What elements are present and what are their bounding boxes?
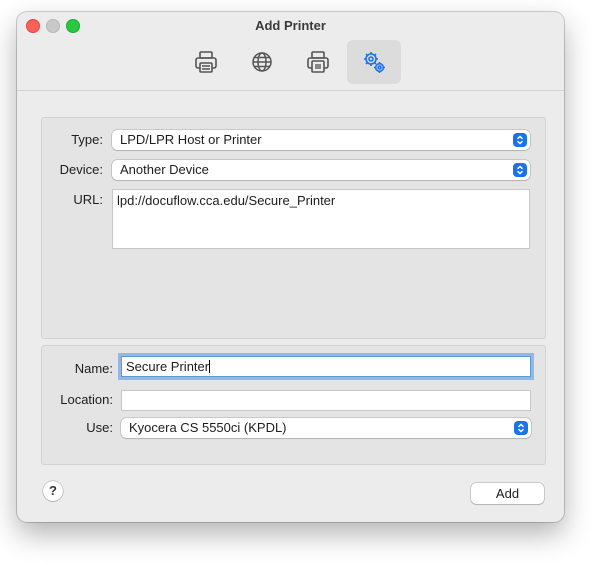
url-label: URL:: [73, 192, 103, 207]
globe-icon: [252, 52, 272, 72]
zoom-window-button[interactable]: [66, 19, 80, 33]
location-label: Location:: [60, 392, 113, 407]
printer-icon: [195, 51, 217, 73]
location-field[interactable]: [121, 390, 531, 411]
device-label: Device:: [59, 162, 103, 177]
window-title: Add Printer: [255, 18, 326, 33]
name-field[interactable]: Secure Printer: [121, 356, 531, 377]
text-caret: [209, 360, 211, 373]
chevron-updown-icon: [513, 133, 527, 147]
add-button[interactable]: Add: [471, 483, 544, 504]
type-label: Type:: [71, 132, 103, 147]
add-printer-window: Add Printer Type: LPD/LPR Host or Printe…: [17, 12, 564, 522]
help-button[interactable]: ?: [43, 481, 63, 501]
name-field-value: Secure Printer: [126, 359, 210, 374]
type-popup[interactable]: LPD/LPR Host or Printer: [112, 130, 530, 150]
toolbar: [17, 40, 564, 84]
name-label: Name:: [74, 361, 113, 376]
device-popup[interactable]: Another Device: [112, 160, 530, 180]
title-bar[interactable]: Add Printer: [17, 12, 564, 40]
minimize-window-button[interactable]: [46, 19, 60, 33]
close-window-button[interactable]: [26, 19, 40, 33]
chevron-updown-icon: [513, 163, 527, 177]
default-printers-tab[interactable]: [179, 40, 233, 84]
printer-alt-icon: [307, 51, 329, 73]
ip-printers-tab[interactable]: [235, 40, 289, 84]
advanced-tab[interactable]: [347, 40, 401, 84]
use-popup-value: Kyocera CS 5550ci (KPDL): [129, 420, 287, 435]
chevron-updown-icon: [514, 421, 528, 435]
use-label: Use:: [86, 420, 113, 435]
url-field[interactable]: lpd://docuflow.cca.edu/Secure_Printer: [112, 189, 530, 249]
device-popup-value: Another Device: [120, 162, 209, 177]
windows-printers-tab[interactable]: [291, 40, 345, 84]
type-popup-value: LPD/LPR Host or Printer: [120, 132, 262, 147]
gears-icon: [364, 52, 385, 73]
use-popup[interactable]: Kyocera CS 5550ci (KPDL): [121, 418, 531, 438]
toolbar-divider: [17, 90, 564, 91]
